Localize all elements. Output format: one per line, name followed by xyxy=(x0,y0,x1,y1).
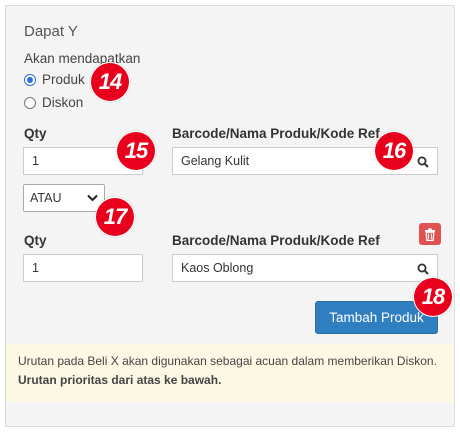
product-label: Barcode/Nama Produk/Kode Ref xyxy=(172,126,380,141)
search-icon[interactable] xyxy=(417,156,429,168)
radio-produk-label: Produk xyxy=(42,72,85,87)
note-line-1: Urutan pada Beli X akan digunakan sebaga… xyxy=(18,354,437,368)
connector-selected-value: ATAU xyxy=(30,191,62,205)
callout-badge-15: 15 xyxy=(117,132,155,170)
callout-badge-14: 14 xyxy=(91,63,129,101)
radio-produk[interactable]: Produk xyxy=(24,72,85,87)
radio-diskon-label: Diskon xyxy=(42,95,84,110)
chevron-down-icon xyxy=(87,194,98,202)
qty-input-2[interactable]: 1 xyxy=(23,254,143,282)
get-y-panel: Dapat Y Akan mendapatkan Produk Diskon Q… xyxy=(5,5,455,427)
callout-badge-17: 17 xyxy=(96,198,134,236)
section-title: Dapat Y xyxy=(24,23,78,40)
product-value-2: Kaos Oblong xyxy=(181,261,254,275)
radio-diskon[interactable]: Diskon xyxy=(24,95,83,110)
section-subtitle: Akan mendapatkan xyxy=(24,51,141,66)
priority-note: Urutan pada Beli X akan digunakan sebaga… xyxy=(6,344,454,402)
qty-label: Qty xyxy=(24,126,47,141)
connector-select[interactable]: ATAU xyxy=(23,184,105,212)
product-label-2: Barcode/Nama Produk/Kode Ref xyxy=(172,233,380,248)
note-line-2-text: Urutan prioritas dari atas ke bawah. xyxy=(18,373,222,387)
radio-produk-control[interactable] xyxy=(24,73,36,86)
product-value: Gelang Kulit xyxy=(181,154,250,168)
radio-diskon-control[interactable] xyxy=(24,96,36,109)
callout-badge-16: 16 xyxy=(375,132,413,170)
callout-badge-18: 18 xyxy=(414,278,452,316)
search-icon[interactable] xyxy=(417,263,429,275)
qty-label-2: Qty xyxy=(24,233,47,248)
trash-icon xyxy=(425,227,435,241)
qty-value: 1 xyxy=(32,154,39,168)
delete-row-button[interactable] xyxy=(419,223,441,245)
qty-value-2: 1 xyxy=(32,261,39,275)
note-line-2: Urutan prioritas dari atas ke bawah. xyxy=(18,371,442,390)
product-search-input-2[interactable]: Kaos Oblong xyxy=(172,254,438,282)
